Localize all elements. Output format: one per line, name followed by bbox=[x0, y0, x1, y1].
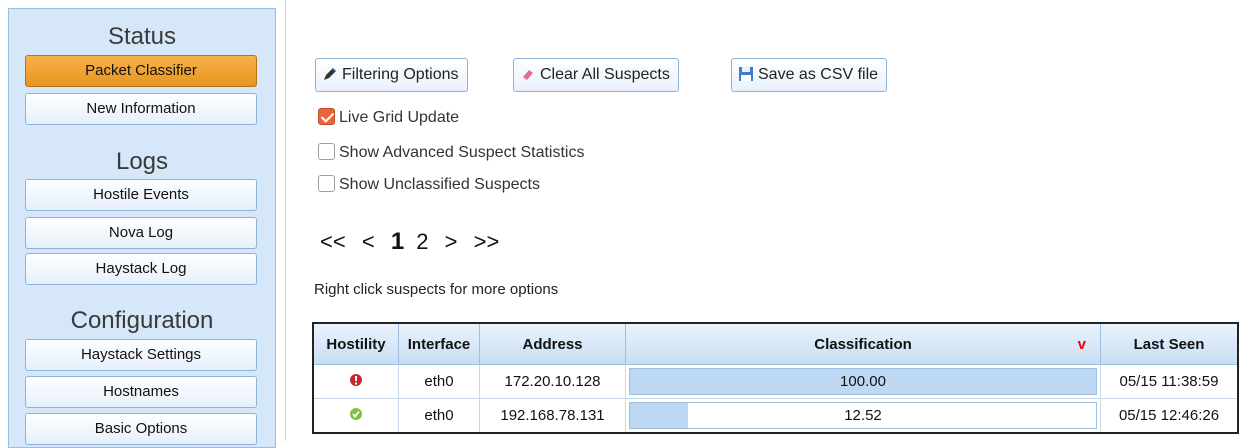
sidebar-item-hostile-events[interactable]: Hostile Events bbox=[25, 179, 257, 211]
interface-cell: eth0 bbox=[398, 398, 480, 434]
live-grid-update-label: Live Grid Update bbox=[339, 109, 460, 126]
unclassified-suspects-label: Show Unclassified Suspects bbox=[339, 176, 540, 193]
pencil-icon bbox=[322, 66, 342, 83]
table-row[interactable]: eth0 192.168.78.131 12.52 05/15 12:46:26 bbox=[312, 398, 1239, 434]
suspects-grid: Hostility Interface Address Classificati… bbox=[312, 322, 1239, 434]
classification-value: 100.00 bbox=[840, 373, 886, 390]
unclassified-suspects-checkbox[interactable]: Show Unclassified Suspects bbox=[318, 175, 540, 194]
section-title-status: Status bbox=[107, 23, 177, 50]
floppy-disk-icon bbox=[738, 66, 758, 83]
classification-cell: 100.00 bbox=[625, 364, 1101, 399]
classification-header-label: Classification bbox=[814, 335, 912, 353]
sidebar-item-basic-options[interactable]: Basic Options bbox=[25, 413, 257, 445]
sidebar-item-nova-log[interactable]: Nova Log bbox=[25, 217, 257, 249]
filtering-options-button[interactable]: Filtering Options bbox=[315, 58, 468, 92]
pagination: << < 1 2 > >> bbox=[320, 228, 509, 256]
save-csv-label: Save as CSV file bbox=[758, 66, 879, 83]
last-seen-cell: 05/15 12:46:26 bbox=[1100, 398, 1239, 434]
sidebar-item-packet-classifier[interactable]: Packet Classifier bbox=[25, 55, 257, 87]
section-title-configuration: Configuration bbox=[70, 307, 214, 334]
live-grid-update-checkbox[interactable]: Live Grid Update bbox=[318, 108, 459, 127]
advanced-stats-checkbox[interactable]: Show Advanced Suspect Statistics bbox=[318, 143, 584, 162]
sidebar-item-new-information[interactable]: New Information bbox=[25, 93, 257, 125]
hostility-cell bbox=[312, 364, 399, 399]
pager-next-link[interactable]: > bbox=[445, 229, 458, 254]
column-header-classification[interactable]: Classification v bbox=[625, 322, 1101, 365]
hostility-cell bbox=[312, 398, 399, 434]
pager-page-1[interactable]: 1 bbox=[391, 228, 404, 255]
content-divider bbox=[285, 0, 286, 441]
column-header-hostility[interactable]: Hostility bbox=[312, 322, 399, 365]
pager-prev-link[interactable]: < bbox=[362, 229, 375, 254]
address-cell: 192.168.78.131 bbox=[479, 398, 626, 434]
advanced-stats-label: Show Advanced Suspect Statistics bbox=[339, 144, 585, 161]
grid-header-row: Hostility Interface Address Classificati… bbox=[312, 322, 1239, 365]
save-csv-button[interactable]: Save as CSV file bbox=[731, 58, 888, 92]
checkbox-unchecked[interactable] bbox=[318, 175, 335, 192]
last-seen-cell: 05/15 11:38:59 bbox=[1100, 364, 1239, 399]
pager-first-link[interactable]: << bbox=[320, 229, 346, 254]
clear-all-suspects-button[interactable]: Clear All Suspects bbox=[513, 58, 679, 92]
pager-page-2[interactable]: 2 bbox=[416, 229, 428, 254]
section-title-logs: Logs bbox=[115, 148, 169, 175]
classification-value: 12.52 bbox=[844, 407, 882, 424]
column-header-address[interactable]: Address bbox=[479, 322, 626, 365]
sidebar-item-haystack-log[interactable]: Haystack Log bbox=[25, 253, 257, 285]
sidebar-item-hostnames[interactable]: Hostnames bbox=[25, 376, 257, 408]
address-cell: 172.20.10.128 bbox=[479, 364, 626, 399]
classification-cell: 12.52 bbox=[625, 398, 1101, 434]
clear-all-suspects-label: Clear All Suspects bbox=[540, 66, 670, 83]
interface-cell: eth0 bbox=[398, 364, 480, 399]
hostile-icon bbox=[349, 373, 363, 391]
checkbox-unchecked[interactable] bbox=[318, 143, 335, 160]
checkbox-checked[interactable] bbox=[318, 108, 335, 125]
table-row[interactable]: eth0 172.20.10.128 100.00 05/15 11:38:59 bbox=[312, 364, 1239, 399]
sidebar-item-haystack-settings[interactable]: Haystack Settings bbox=[25, 339, 257, 371]
sidebar-nav: Status Packet Classifier New Information… bbox=[8, 8, 276, 448]
eraser-icon bbox=[520, 66, 540, 83]
column-header-interface[interactable]: Interface bbox=[398, 322, 480, 365]
benign-icon bbox=[349, 407, 363, 425]
pager-last-link[interactable]: >> bbox=[474, 229, 500, 254]
right-click-hint: Right click suspects for more options bbox=[314, 281, 559, 298]
column-header-last-seen[interactable]: Last Seen bbox=[1100, 322, 1239, 365]
filtering-options-label: Filtering Options bbox=[342, 66, 459, 83]
sort-descending-icon: v bbox=[1077, 335, 1086, 353]
